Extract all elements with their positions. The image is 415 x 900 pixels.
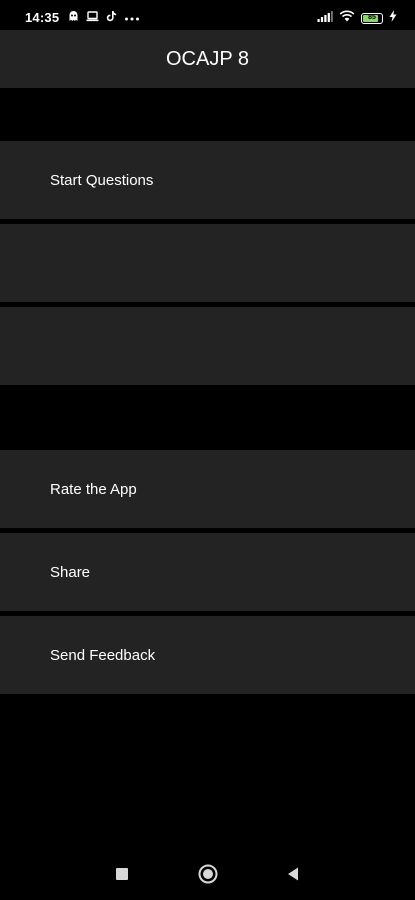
charging-bolt-icon xyxy=(389,9,397,27)
back-triangle-icon[interactable] xyxy=(281,862,305,886)
more-dots-icon xyxy=(124,9,140,27)
signal-icon xyxy=(317,9,333,27)
page-title: OCAJP 8 xyxy=(166,47,249,70)
recents-square-icon[interactable] xyxy=(110,862,134,886)
send-feedback-button[interactable]: Send Feedback xyxy=(0,616,415,694)
share-button[interactable]: Share xyxy=(0,533,415,611)
empty-menu-item-1[interactable] xyxy=(0,224,415,302)
wifi-icon xyxy=(339,9,355,27)
notification-ghost-icon xyxy=(68,9,79,27)
battery-level: 85 xyxy=(368,14,376,21)
start-questions-button[interactable]: Start Questions xyxy=(0,141,415,219)
menu-item-label: Rate the App xyxy=(50,480,137,498)
app-screen: 14:35 85 OCAJP 8 Start Questions Rate th… xyxy=(0,0,415,900)
menu-item-label: Send Feedback xyxy=(50,646,156,664)
system-nav-bar xyxy=(0,848,415,900)
app-bar: OCAJP 8 xyxy=(0,30,415,88)
laptop-icon xyxy=(86,9,99,27)
status-time: 14:35 xyxy=(25,10,60,25)
status-right-icons: 85 xyxy=(317,9,397,27)
menu-item-label: Share xyxy=(50,563,91,581)
empty-menu-item-2[interactable] xyxy=(0,307,415,385)
home-circle-icon[interactable] xyxy=(196,862,220,886)
tiktok-icon xyxy=(106,9,117,27)
battery-icon: 85 xyxy=(361,12,383,24)
rate-app-button[interactable]: Rate the App xyxy=(0,450,415,528)
status-bar: 14:35 85 xyxy=(0,0,415,30)
status-left-icons xyxy=(68,9,140,27)
menu-item-label: Start Questions xyxy=(50,171,154,189)
